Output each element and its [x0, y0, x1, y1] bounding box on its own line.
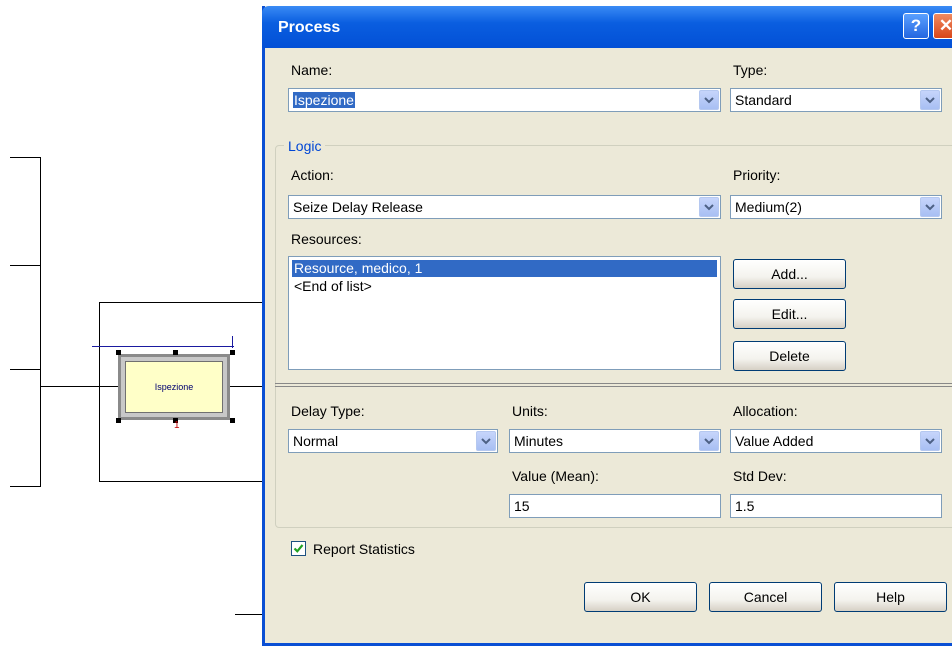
allocation-select[interactable]: Value Added — [730, 429, 942, 453]
priority-value: Medium(2) — [735, 199, 802, 215]
connector-line — [40, 157, 41, 487]
report-statistics-checkbox[interactable] — [291, 541, 306, 556]
connector-line — [40, 386, 118, 387]
dialog-title: Process — [278, 19, 341, 36]
selection-line — [232, 336, 233, 348]
chevron-down-icon[interactable] — [920, 431, 940, 451]
help-icon[interactable]: ? — [903, 13, 929, 39]
checkmark-icon — [293, 544, 304, 553]
priority-select[interactable]: Medium(2) — [730, 195, 942, 219]
connector-line — [10, 369, 41, 370]
resize-handle[interactable] — [230, 350, 235, 355]
units-label: Units: — [512, 403, 548, 419]
delay-type-value: Normal — [293, 433, 339, 449]
connector-line — [10, 265, 41, 266]
frame-line — [99, 481, 262, 482]
action-label: Action: — [291, 167, 334, 183]
flowchart-canvas[interactable]: Ispezione 1 — [0, 0, 262, 620]
type-select[interactable]: Standard — [730, 88, 942, 112]
chevron-down-icon[interactable] — [476, 431, 496, 451]
dialog-titlebar[interactable]: Process ? ✕ — [262, 6, 952, 48]
chevron-down-icon[interactable] — [920, 90, 940, 110]
process-module[interactable]: Ispezione — [118, 354, 230, 420]
resources-label: Resources: — [291, 231, 362, 247]
value-mean-input[interactable]: 15 — [509, 494, 721, 518]
resize-handle[interactable] — [116, 350, 121, 355]
list-item[interactable]: Resource, medico, 1 — [292, 260, 717, 277]
priority-label: Priority: — [733, 167, 781, 183]
process-module-label: Ispezione — [125, 361, 223, 413]
units-value: Minutes — [514, 433, 564, 449]
add-button[interactable]: Add... — [733, 259, 846, 289]
selection-line — [92, 346, 234, 347]
name-value[interactable]: Ispezione — [293, 92, 355, 108]
help-button[interactable]: Help — [834, 582, 947, 612]
std-dev-input[interactable]: 1.5 — [730, 494, 942, 518]
value-mean-label: Value (Mean): — [512, 468, 599, 484]
delay-type-label: Delay Type: — [291, 403, 365, 419]
resources-listbox[interactable]: Resource, medico, 1 <End of list> — [288, 256, 721, 370]
type-label: Type: — [733, 62, 768, 78]
delete-button[interactable]: Delete — [733, 341, 846, 371]
report-statistics-label: Report Statistics — [313, 541, 415, 557]
chevron-down-icon[interactable] — [699, 197, 719, 217]
cancel-button[interactable]: Cancel — [709, 582, 822, 612]
resize-handle[interactable] — [116, 418, 121, 423]
connector-line — [10, 157, 41, 158]
connector-line — [230, 386, 262, 387]
action-select[interactable]: Seize Delay Release — [288, 195, 721, 219]
chevron-down-icon[interactable] — [699, 90, 719, 110]
ok-button[interactable]: OK — [584, 582, 697, 612]
type-value: Standard — [735, 92, 792, 108]
chevron-down-icon[interactable] — [699, 431, 719, 451]
frame-line — [99, 302, 100, 482]
resize-handle[interactable] — [230, 418, 235, 423]
connector-mark: 1 — [174, 420, 180, 431]
allocation-label: Allocation: — [733, 403, 798, 419]
separator — [275, 383, 952, 384]
connector-line — [235, 614, 262, 615]
edit-button[interactable]: Edit... — [733, 299, 846, 329]
connector-line — [10, 486, 41, 487]
name-label: Name: — [291, 62, 333, 78]
separator — [275, 386, 952, 387]
list-item[interactable]: <End of list> — [292, 278, 372, 295]
name-combobox[interactable]: Ispezione — [288, 88, 721, 112]
logic-legend: Logic — [284, 138, 326, 154]
allocation-value: Value Added — [735, 433, 814, 449]
units-select[interactable]: Minutes — [509, 429, 721, 453]
frame-line — [99, 302, 262, 303]
std-dev-label: Std Dev: — [733, 468, 787, 484]
resize-handle[interactable] — [173, 350, 178, 355]
action-value: Seize Delay Release — [293, 199, 423, 215]
close-icon[interactable]: ✕ — [933, 13, 952, 39]
delay-type-select[interactable]: Normal — [288, 429, 498, 453]
chevron-down-icon[interactable] — [920, 197, 940, 217]
